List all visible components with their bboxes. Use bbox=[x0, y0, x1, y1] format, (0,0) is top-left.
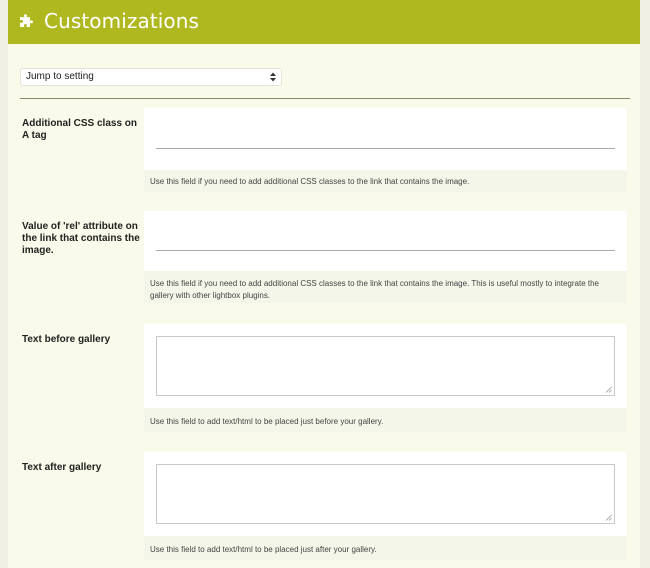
help-text: Use this field to add text/html to be pl… bbox=[144, 536, 627, 560]
section-divider bbox=[20, 98, 630, 99]
help-text: Use this field if you need to add additi… bbox=[144, 271, 627, 303]
jump-select-label: Jump to setting bbox=[26, 71, 94, 82]
puzzle-icon bbox=[20, 14, 33, 27]
field-container bbox=[144, 211, 627, 271]
text-before-gallery-textarea[interactable] bbox=[156, 336, 615, 396]
customizations-panel: Customizations Jump to setting Additiona… bbox=[8, 0, 640, 568]
help-text: Use this field to add text/html to be pl… bbox=[144, 408, 627, 432]
setting-row-text-after: Text after gallery Use this field to add… bbox=[8, 452, 640, 560]
setting-label: Additional CSS class on A tag bbox=[22, 118, 138, 141]
rel-attribute-input[interactable] bbox=[156, 250, 615, 251]
panel-header: Customizations bbox=[8, 0, 640, 44]
select-arrows-icon bbox=[270, 72, 276, 82]
setting-label: Text after gallery bbox=[22, 462, 102, 473]
field-container bbox=[144, 452, 627, 536]
text-after-gallery-textarea[interactable] bbox=[156, 464, 615, 524]
setting-label: Text before gallery bbox=[22, 334, 111, 345]
setting-row-css-class: Additional CSS class on A tag Use this f… bbox=[8, 108, 640, 192]
field-container bbox=[144, 108, 627, 170]
field-container bbox=[144, 324, 627, 408]
css-class-input[interactable] bbox=[156, 148, 615, 149]
page-title: Customizations bbox=[44, 9, 200, 33]
resize-grip-icon[interactable] bbox=[605, 514, 612, 521]
setting-row-rel-attribute: Value of 'rel' attribute on the link tha… bbox=[8, 211, 640, 303]
help-text: Use this field if you need to add additi… bbox=[144, 170, 627, 192]
resize-grip-icon[interactable] bbox=[605, 386, 612, 393]
setting-row-text-before: Text before gallery Use this field to ad… bbox=[8, 324, 640, 432]
jump-to-setting-select[interactable]: Jump to setting bbox=[20, 68, 282, 86]
setting-label: Value of 'rel' attribute on the link tha… bbox=[22, 221, 140, 256]
